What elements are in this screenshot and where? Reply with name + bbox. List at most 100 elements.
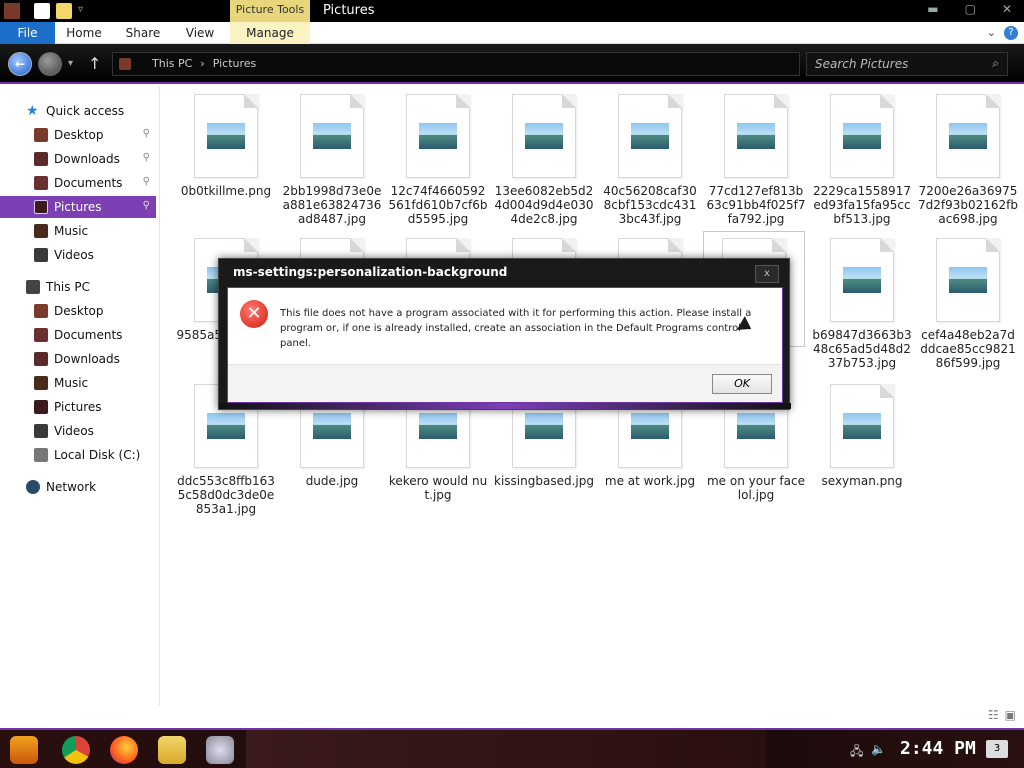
image-file-icon <box>724 94 788 178</box>
network-icon <box>26 480 40 494</box>
image-file-icon <box>194 94 258 178</box>
file-name: 12c74f4660592561fd610b7cf6bd5595.jpg <box>388 184 488 226</box>
file-name: 2229ca1558917ed93fa15fa95ccbf513.jpg <box>813 184 911 226</box>
breadcrumb: This PC › Pictures <box>152 57 256 70</box>
nav-label: Music <box>54 224 89 238</box>
file-item[interactable]: 0b0tkillme.png <box>176 94 276 198</box>
drive-icon <box>34 448 48 462</box>
file-name: 40c56208caf308cbf153cdc4313bc43f.jpg <box>603 184 697 226</box>
pin-icon[interactable]: ⚲ <box>143 200 150 211</box>
nav-pc-desktop[interactable]: Desktop <box>0 300 156 322</box>
app-icon[interactable] <box>4 3 20 19</box>
file-item[interactable]: 2229ca1558917ed93fa15fa95ccbf513.jpg <box>812 94 912 226</box>
image-file-icon <box>618 94 682 178</box>
close-icon[interactable]: ✕ <box>1002 2 1012 16</box>
nav-label: This PC <box>46 280 90 294</box>
taskbar: 🖧 🔈 2:44 PM 3 <box>0 728 1024 768</box>
nav-label: Documents <box>54 176 123 190</box>
file-name: me at work.jpg <box>604 474 696 488</box>
downloads-icon <box>34 152 48 166</box>
view-mode-toggles: ☷ ▣ <box>988 708 1016 722</box>
maximize-icon[interactable]: ▢ <box>965 2 976 16</box>
nav-pc-videos[interactable]: Videos <box>0 420 156 442</box>
help-icon[interactable]: ? <box>1004 26 1018 40</box>
file-item[interactable]: 77cd127ef813b63c91bb4f025f7fa792.jpg <box>706 94 806 226</box>
ok-button[interactable]: OK <box>712 374 772 394</box>
pin-icon[interactable]: ⚲ <box>143 128 150 139</box>
new-folder-icon[interactable] <box>56 3 72 19</box>
volume-icon[interactable]: 🔈 <box>871 742 886 763</box>
minimize-icon[interactable]: ▬ <box>927 2 938 16</box>
tab-view[interactable]: View <box>178 22 222 44</box>
file-item[interactable]: 13ee6082eb5d24d004d9d4e0304de2c8.jpg <box>494 94 594 226</box>
paint-icon[interactable] <box>206 736 234 764</box>
file-name: me on your face lol.jpg <box>706 474 805 502</box>
file-explorer-icon[interactable] <box>158 736 186 764</box>
tab-file[interactable]: File <box>0 22 55 44</box>
nav-pc-music[interactable]: Music <box>0 372 156 394</box>
nav-quick-pictures[interactable]: Pictures ⚲ <box>0 196 156 218</box>
nav-quick-access[interactable]: ★ Quick access <box>0 100 156 122</box>
file-item[interactable]: 2bb1998d73e0ea881e63824736ad8487.jpg <box>282 94 382 226</box>
nav-network[interactable]: Network <box>0 476 156 498</box>
search-input[interactable]: Search Pictures ⌕ <box>806 52 1008 76</box>
tab-share[interactable]: Share <box>118 22 168 44</box>
file-name: ddc553c8ffb1635c58d0dc3de0e853a1.jpg <box>177 474 275 516</box>
taskbar-spacer <box>246 730 766 768</box>
nav-quick-documents[interactable]: Documents ⚲ <box>0 172 156 194</box>
file-item[interactable]: 7200e26a369757d2f93b02162fbac698.jpg <box>918 94 1018 226</box>
image-file-icon <box>936 238 1000 322</box>
forward-button[interactable] <box>38 52 62 76</box>
breadcrumb-this-pc[interactable]: This PC <box>152 57 192 70</box>
tab-home[interactable]: Home <box>60 22 108 44</box>
network-tray-icon[interactable]: 🖧 <box>850 742 863 763</box>
error-dialog: ms-settings:personalization-background x… <box>218 258 791 410</box>
file-item[interactable]: 12c74f4660592561fd610b7cf6bd5595.jpg <box>388 94 488 226</box>
details-view-icon[interactable]: ☷ <box>988 708 999 722</box>
dialog-close-button[interactable]: x <box>755 265 779 283</box>
pin-icon[interactable]: ⚲ <box>143 176 150 187</box>
back-button[interactable]: ← <box>8 52 32 76</box>
system-tray: 🖧 🔈 <box>850 742 886 763</box>
ribbon-expand-icon[interactable]: ⌄ <box>987 26 996 40</box>
chrome-icon[interactable] <box>62 736 90 764</box>
nav-quick-videos[interactable]: Videos <box>0 244 156 266</box>
file-item[interactable]: b69847d3663b348c65ad5d48d237b753.jpg <box>812 238 912 370</box>
nav-pc-local-disk[interactable]: Local Disk (C:) <box>0 444 156 466</box>
window-controls: ▬ ▢ ✕ <box>927 2 1012 16</box>
pin-icon[interactable]: ⚲ <box>143 152 150 163</box>
pictures-folder-icon <box>119 58 131 70</box>
tab-manage[interactable]: Manage <box>230 22 310 44</box>
nav-quick-downloads[interactable]: Downloads ⚲ <box>0 148 156 170</box>
file-item[interactable]: 40c56208caf308cbf153cdc4313bc43f.jpg <box>600 94 700 226</box>
breadcrumb-pictures[interactable]: Pictures <box>213 57 257 70</box>
image-file-icon <box>406 94 470 178</box>
nav-pc-downloads[interactable]: Downloads <box>0 348 156 370</box>
nav-pc-pictures[interactable]: Pictures <box>0 396 156 418</box>
nav-pc-documents[interactable]: Documents <box>0 324 156 346</box>
nav-quick-desktop[interactable]: Desktop ⚲ <box>0 124 156 146</box>
firefox-icon[interactable] <box>110 736 138 764</box>
qat-dropdown-icon[interactable]: ▿ <box>78 4 83 15</box>
clock[interactable]: 2:44 PM <box>900 738 976 759</box>
notification-badge[interactable]: 3 <box>986 740 1008 758</box>
image-file-icon <box>830 94 894 178</box>
address-bar: ← ▾ ↑ This PC › Pictures Search Pictures… <box>0 44 1024 84</box>
nav-this-pc[interactable]: This PC <box>0 276 156 298</box>
search-icon[interactable]: ⌕ <box>992 56 999 71</box>
image-file-icon <box>830 238 894 322</box>
nav-quick-music[interactable]: Music <box>0 220 156 242</box>
dialog-body: ✕ This file does not have a program asso… <box>227 287 783 403</box>
file-item[interactable]: cef4a48eb2a7dddcae85cc982186f599.jpg <box>918 238 1018 370</box>
file-item[interactable]: sexyman.png <box>812 384 912 488</box>
error-icon: ✕ <box>240 300 268 328</box>
documents-icon <box>34 328 48 342</box>
properties-icon[interactable] <box>34 3 50 19</box>
computer-icon <box>26 280 40 294</box>
start-button[interactable] <box>10 736 38 764</box>
up-arrow-icon[interactable]: ↑ <box>88 54 101 73</box>
large-icons-view-icon[interactable]: ▣ <box>1005 708 1016 722</box>
recent-locations-icon[interactable]: ▾ <box>68 58 73 69</box>
nav-label: Videos <box>54 248 94 262</box>
nav-label: Downloads <box>54 152 120 166</box>
